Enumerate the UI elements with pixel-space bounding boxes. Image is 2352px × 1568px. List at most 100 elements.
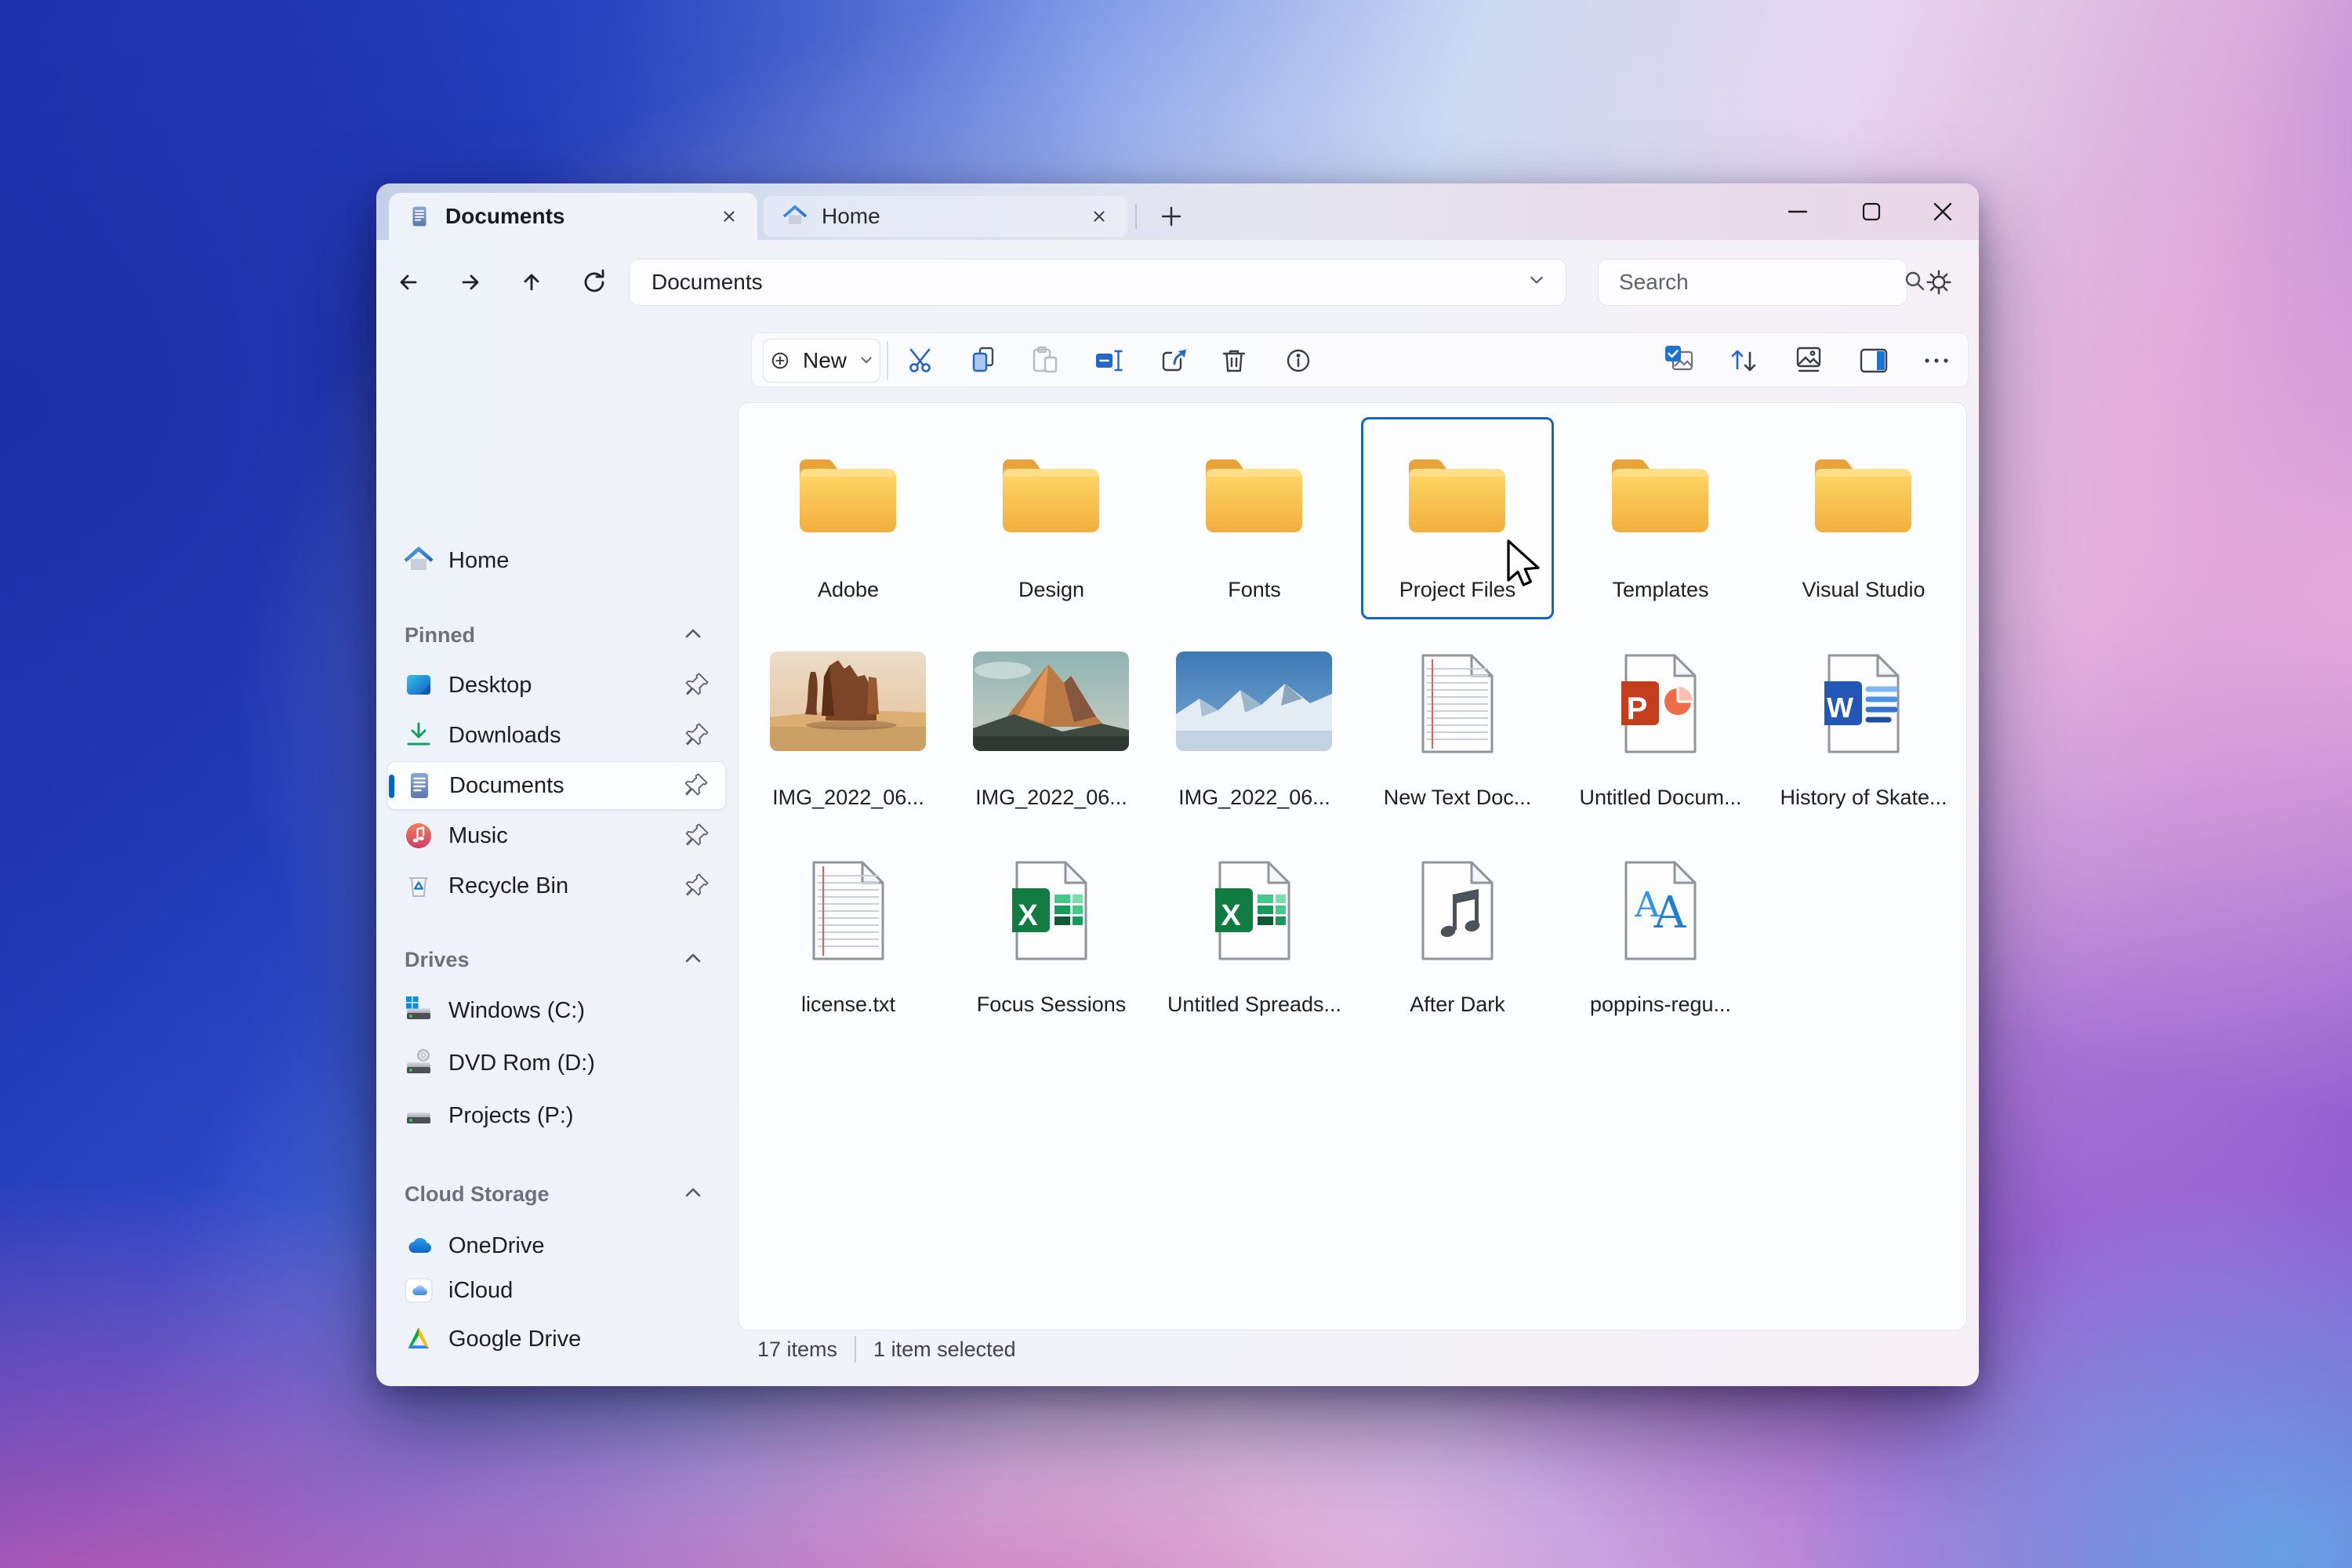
sidebar-item-label: Recycle Bin <box>448 873 569 898</box>
section-header-cloud-storage[interactable]: Cloud Storage <box>405 1174 726 1214</box>
copy-button[interactable] <box>962 339 1006 383</box>
documents-icon <box>409 771 430 800</box>
image-thumbnail <box>770 652 926 751</box>
icloud-icon <box>405 1278 433 1303</box>
sidebar-item-windows-c[interactable]: Windows (C:) <box>387 986 726 1035</box>
sidebar-item-music[interactable]: Music <box>387 811 726 860</box>
file-name: Fonts <box>1228 578 1281 601</box>
search-input[interactable] <box>1619 270 1902 295</box>
file-item-poppins-font[interactable]: A A poppins-regu... <box>1564 847 1757 1049</box>
sidebar-item-google-drive[interactable]: Google Drive <box>387 1315 726 1363</box>
file-name: IMG_2022_06... <box>975 786 1127 809</box>
file-name: IMG_2022_06... <box>772 786 924 809</box>
address-bar[interactable]: Documents <box>629 259 1566 306</box>
recycle-bin-icon <box>408 877 429 897</box>
details-pane-button[interactable] <box>1852 339 1896 383</box>
refresh-button[interactable] <box>572 260 616 304</box>
sidebar-item-label: Music <box>448 822 508 848</box>
address-path: Documents <box>652 270 763 294</box>
items-count: 17 items <box>757 1337 838 1361</box>
paste-button[interactable] <box>1023 339 1067 383</box>
file-item-visual-studio[interactable]: Visual Studio <box>1767 417 1960 619</box>
more-options-button[interactable] <box>1915 339 1958 383</box>
font-file-icon: A A <box>1624 861 1697 960</box>
file-item-untitled-presentation[interactable]: P Untitled Docum... <box>1564 640 1757 842</box>
file-name: New Text Doc... <box>1383 786 1532 809</box>
rename-icon <box>1096 350 1123 372</box>
maximize-button[interactable] <box>1846 191 1896 232</box>
delete-button[interactable] <box>1212 339 1256 383</box>
sidebar-item-label: Google Drive <box>448 1326 582 1352</box>
music-icon <box>406 823 431 848</box>
sidebar-item-onedrive[interactable]: OneDrive <box>387 1221 726 1270</box>
sidebar-item-home[interactable]: Home <box>387 536 726 585</box>
sidebar-item-dvd-rom[interactable]: DVD Rom (D:) <box>387 1039 726 1087</box>
file-item-design[interactable]: Design <box>955 417 1148 619</box>
file-item-adobe[interactable]: Adobe <box>752 417 945 619</box>
up-button[interactable] <box>510 260 554 304</box>
settings-button[interactable] <box>1917 260 1961 304</box>
info-icon <box>1287 349 1310 372</box>
cut-button[interactable] <box>900 339 944 383</box>
sort-button[interactable] <box>1722 339 1766 383</box>
section-header-drives[interactable]: Drives <box>405 940 726 979</box>
file-item-img-snow[interactable]: IMG_2022_06... <box>1158 640 1351 842</box>
sidebar-item-label: Projects (P:) <box>448 1102 574 1128</box>
file-name: Untitled Docum... <box>1579 786 1742 809</box>
file-item-templates[interactable]: Templates <box>1564 417 1757 619</box>
view-options-button[interactable] <box>1787 339 1831 383</box>
tab-documents[interactable]: Documents <box>389 193 757 240</box>
tab-close-icon[interactable] <box>1083 201 1115 232</box>
select-all-button[interactable] <box>1658 339 1702 383</box>
file-item-focus-sessions[interactable]: X Focus Sessions <box>955 847 1148 1049</box>
file-item-license-txt[interactable]: license.txt <box>752 847 945 1049</box>
address-dropdown-icon[interactable] <box>1525 269 1548 296</box>
chevron-up-icon[interactable] <box>679 621 707 649</box>
search-box[interactable] <box>1598 259 1925 306</box>
back-button[interactable] <box>387 260 430 304</box>
rename-button[interactable] <box>1087 339 1131 383</box>
new-tab-button[interactable] <box>1152 198 1190 235</box>
minimize-button[interactable] <box>1773 191 1823 232</box>
file-name: Design <box>1018 578 1085 601</box>
new-button[interactable]: New <box>763 339 880 383</box>
file-item-img-desert[interactable]: IMG_2022_06... <box>752 640 945 842</box>
home-tab-icon <box>782 205 808 224</box>
share-button[interactable] <box>1152 339 1196 383</box>
sidebar-item-downloads[interactable]: Downloads <box>387 711 726 760</box>
new-button-label: New <box>802 348 847 372</box>
share-icon <box>1162 349 1186 372</box>
file-grid-panel[interactable]: Adobe Design Fonts Project Files Templat… <box>738 402 1967 1330</box>
chevron-up-icon[interactable] <box>679 946 707 974</box>
chevron-up-icon[interactable] <box>679 1180 707 1208</box>
section-header-pinned[interactable]: Pinned <box>405 615 726 655</box>
selection-accent-bar <box>389 775 394 798</box>
select-checkbox-icon <box>1665 346 1693 371</box>
folder-icon <box>1003 459 1099 532</box>
pin-icon <box>685 823 709 846</box>
forward-button[interactable] <box>448 260 492 304</box>
tab-close-icon[interactable] <box>713 201 745 232</box>
file-item-new-text-doc[interactable]: New Text Doc... <box>1361 640 1554 842</box>
folder-icon <box>1409 459 1505 532</box>
file-item-fonts[interactable]: Fonts <box>1158 417 1351 619</box>
sidebar-item-icloud[interactable]: iCloud <box>387 1266 726 1315</box>
file-name: Untitled Spreads... <box>1167 993 1342 1016</box>
file-name: History of Skate... <box>1780 786 1947 809</box>
sidebar-item-recycle-bin[interactable]: Recycle Bin <box>387 862 726 910</box>
sidebar-item-documents[interactable]: Documents <box>387 761 726 810</box>
trash-icon <box>1222 350 1246 372</box>
file-name: Visual Studio <box>1802 578 1926 601</box>
file-item-history-of-skate[interactable]: W History of Skate... <box>1767 640 1960 842</box>
sidebar-item-projects[interactable]: Projects (P:) <box>387 1091 726 1140</box>
file-item-untitled-spreadsheet[interactable]: X Untitled Spreads... <box>1158 847 1351 1049</box>
sidebar-item-desktop[interactable]: Desktop <box>387 661 726 710</box>
titlebar[interactable]: Documents Home <box>376 183 1979 240</box>
tab-home[interactable]: Home <box>764 196 1127 237</box>
info-button[interactable] <box>1276 339 1320 383</box>
gear-icon <box>1926 270 1951 295</box>
close-button[interactable] <box>1918 191 1968 232</box>
file-item-after-dark[interactable]: After Dark <box>1361 847 1554 1049</box>
file-item-img-mountain[interactable]: IMG_2022_06... <box>955 640 1148 842</box>
windows-drive-icon <box>406 996 430 1019</box>
